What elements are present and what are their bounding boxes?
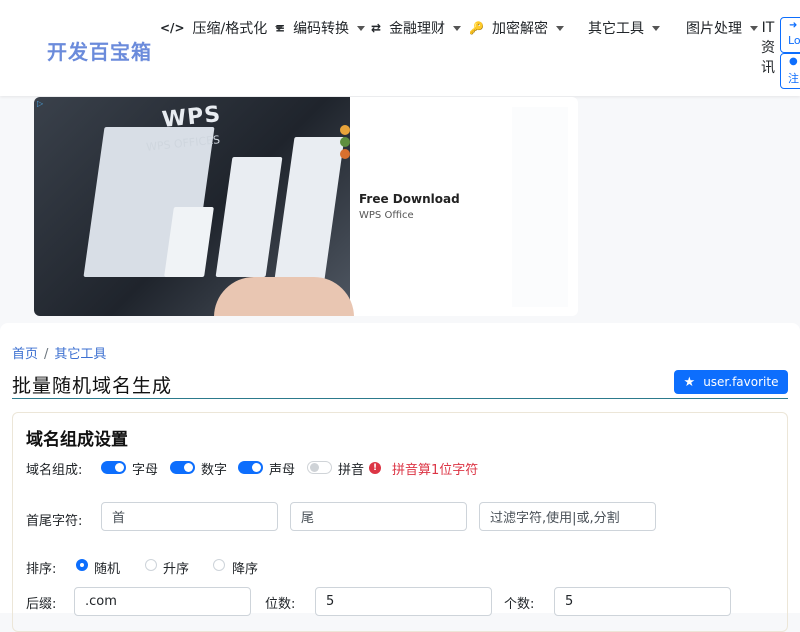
digits-input[interactable]: 5 (315, 587, 492, 616)
sign-in-icon: ➜ (789, 20, 798, 31)
nav-other-tools[interactable]: 其它工具 (588, 18, 660, 38)
head-tail-label: 首尾字符: (26, 514, 83, 529)
domain-settings-panel: 域名组成设置 域名组成: 字母 数字 声母 拼音 ! 拼音算1位字符 首尾字符:… (12, 412, 788, 632)
ad-image[interactable]: WPS WPS OFFICES (34, 97, 354, 316)
title-divider (12, 398, 788, 399)
nav-label: 图片处理 (686, 21, 742, 37)
register-button[interactable]: ● 注 (780, 53, 800, 89)
login-button[interactable]: ➜ Lo (780, 17, 800, 53)
main-card: 首页 / 其它工具 批量随机域名生成 ★ user.favorite 域名组成设置 … (0, 323, 800, 632)
breadcrumb-separator: / (44, 347, 49, 362)
sort-label: 排序: (26, 562, 57, 577)
nav-image-processing[interactable]: 图片处理 (686, 18, 758, 38)
composition-label: 域名组成: (26, 463, 83, 478)
nav-encrypt-decrypt[interactable]: 🔑 加密解密 (469, 18, 564, 38)
ad-choices-icon[interactable]: ▷ (37, 99, 43, 108)
exchange-icon: ⇄ (371, 21, 382, 35)
switch-initials-label: 声母 (269, 463, 296, 478)
site-brand[interactable]: 开发百宝箱 (47, 36, 152, 65)
sort-asc-radio[interactable] (145, 559, 157, 571)
code-icon: </> (160, 21, 185, 35)
ad-screen-shape (273, 137, 345, 287)
ad-banner[interactable]: WPS WPS OFFICES ▷ Free Download WPS Offi… (34, 97, 578, 316)
key-icon: 🔑 (469, 21, 484, 35)
count-input[interactable]: 5 (554, 587, 731, 616)
login-label: Lo (788, 34, 800, 47)
nav-label: 压缩/格式化 (192, 21, 268, 37)
suffix-input[interactable]: .com (74, 587, 251, 616)
ad-description: WPS Office (359, 210, 414, 221)
switch-digits[interactable] (170, 461, 195, 474)
switch-pinyin[interactable] (307, 461, 332, 474)
nav-finance[interactable]: ⇄ 金融理财 (371, 18, 462, 38)
caret-down-icon (357, 25, 366, 31)
breadcrumb-current[interactable]: 其它工具 (54, 347, 106, 362)
it-news-char: 讯 (761, 60, 775, 76)
breadcrumb: 首页 / 其它工具 (12, 343, 106, 362)
page-title: 批量随机域名生成 (12, 375, 173, 397)
breadcrumb-home[interactable]: 首页 (12, 347, 38, 362)
sort-random-label: 随机 (94, 562, 121, 577)
nav-label: 编码转换 (293, 21, 350, 37)
nav-encoding[interactable]: ≡ 编码转换 (275, 18, 366, 38)
favorite-label: user.favorite (703, 375, 779, 389)
switch-letters-label: 字母 (132, 463, 159, 478)
panel-title: 域名组成设置 (26, 430, 128, 450)
nav-label: 金融理财 (389, 21, 446, 37)
list-icon: ≡ (275, 21, 286, 35)
count-label: 个数: (504, 597, 535, 612)
switch-letters[interactable] (101, 461, 126, 474)
pinyin-note: 拼音算1位字符 (392, 463, 479, 478)
it-news-char: 资 (761, 40, 775, 56)
ad-screen-shape (164, 207, 214, 277)
ad-right-area (512, 107, 568, 307)
switch-pinyin-label: 拼音 (338, 463, 365, 478)
top-navbar: 开发百宝箱 </> 压缩/格式化 ≡ 编码转换 ⇄ 金融理财 🔑 加密解密 其它… (0, 0, 800, 96)
switch-digits-label: 数字 (201, 463, 228, 478)
caret-down-icon (453, 25, 462, 31)
sort-desc-label: 降序 (232, 562, 259, 577)
caret-down-icon (555, 25, 564, 31)
ad-title[interactable]: Free Download (359, 192, 460, 206)
nav-compress-format[interactable]: </> 压缩/格式化 (160, 18, 284, 38)
it-news-char: IT (761, 20, 775, 36)
filter-char-input[interactable]: 过滤字符,使用|或,分割 (479, 502, 656, 531)
nav-label: 加密解密 (491, 21, 548, 37)
sort-random-radio[interactable] (76, 559, 88, 571)
user-icon: ● (789, 56, 798, 67)
nav-it-news[interactable]: IT 资 讯 (761, 18, 775, 78)
caret-down-icon (652, 25, 660, 31)
ad-screen-shape (215, 157, 283, 277)
sort-desc-radio[interactable] (213, 559, 225, 571)
ad-hand-shape (214, 277, 354, 316)
digits-label: 位数: (265, 597, 296, 612)
register-label: 注 (788, 72, 799, 85)
switch-initials[interactable] (238, 461, 263, 474)
tail-char-input[interactable]: 尾 (290, 502, 467, 531)
star-icon: ★ (683, 374, 696, 390)
suffix-label: 后缀: (26, 597, 57, 612)
ad-flower-icon (340, 137, 350, 147)
info-icon: ! (369, 462, 381, 474)
nav-label: 其它工具 (588, 21, 644, 37)
caret-down-icon (750, 25, 758, 31)
ad-flower-icon (340, 149, 350, 159)
sort-asc-label: 升序 (163, 562, 190, 577)
ad-flower-icon (340, 125, 350, 135)
head-char-input[interactable]: 首 (101, 502, 278, 531)
favorite-button[interactable]: ★ user.favorite (674, 370, 788, 394)
